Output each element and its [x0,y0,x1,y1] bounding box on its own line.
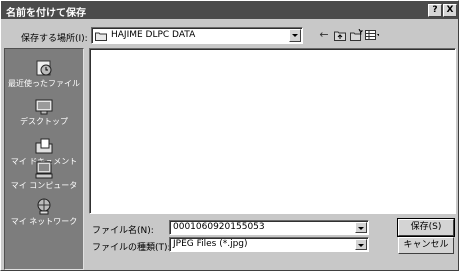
close-button[interactable]: X [443,4,457,17]
dialog-title: 名前を付けて保存 [6,8,86,19]
place-my-computer[interactable]: マイ コンピュータ [5,161,83,191]
cancel-button[interactable]: キャンセル [398,237,454,254]
filetype-value: JPEG Files (*.jpg) [173,239,248,249]
place-desktop-label: デスクトップ [20,117,68,126]
filename-label: ファイル名(N): [92,226,154,236]
desktop-icon [35,99,53,115]
location-value: HAJIME DLPC DATA [111,30,196,40]
filename-field[interactable]: 0001060920155053 [169,220,369,235]
filename-value: 0001060920155053 [173,222,265,232]
place-recent-label: 最近使ったファイル [8,79,80,88]
chevron-down-icon[interactable] [355,222,367,233]
recent-files-icon [36,60,52,76]
location-label: 保存する場所(I): [21,34,88,44]
my-computer-icon [35,161,53,179]
folder-icon [95,32,107,41]
filetype-label: ファイルの種類(T): [92,243,171,253]
location-dropdown[interactable]: HAJIME DLPC DATA [91,27,303,44]
up-folder-icon[interactable] [333,29,347,41]
back-icon[interactable]: ← [317,29,331,41]
place-my-network[interactable]: マイ ネットワーク [5,197,83,227]
save-button[interactable]: 保存(S) [397,218,455,237]
places-bar: 最近使ったファイル デスクトップ マイ ドキュメント マイ コンピュータ マイ … [4,48,84,270]
place-recent[interactable]: 最近使ったファイル [5,59,83,89]
new-folder-icon[interactable] [349,29,363,41]
my-documents-icon [35,138,53,154]
place-my-computer-label: マイ コンピュータ [10,181,78,190]
my-network-icon [37,198,51,215]
help-button[interactable]: ? [428,4,442,17]
view-menu-icon[interactable] [365,29,379,41]
place-desktop[interactable]: デスクトップ [5,97,83,127]
chevron-down-icon[interactable] [289,29,301,42]
title-bar[interactable]: 名前を付けて保存 ? X [1,1,458,19]
place-my-network-label: マイ ネットワーク [10,217,78,226]
chevron-down-icon[interactable] [355,239,367,250]
file-list[interactable] [89,48,456,214]
filetype-dropdown[interactable]: JPEG Files (*.jpg) [169,237,369,252]
save-as-dialog: 名前を付けて保存 ? X 保存する場所(I): HAJIME DLPC DATA… [0,0,459,271]
